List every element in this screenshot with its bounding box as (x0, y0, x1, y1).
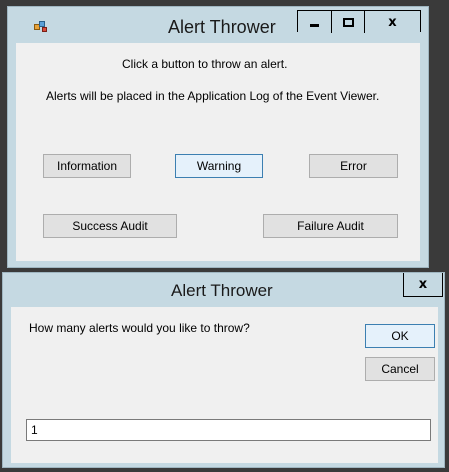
main-window: Alert Thrower x Click a button to throw … (7, 6, 429, 268)
close-button[interactable]: x (364, 11, 420, 33)
close-icon: x (418, 277, 428, 292)
instruction-text-1: Click a button to throw an alert. (122, 57, 288, 71)
app-icon (34, 21, 48, 33)
window-title: Alert Thrower (168, 17, 276, 37)
success-audit-button[interactable]: Success Audit (43, 214, 177, 238)
alert-count-input[interactable] (26, 419, 431, 441)
input-dialog: Alert Thrower x How many alerts would yo… (2, 272, 445, 468)
maximize-button[interactable] (331, 11, 364, 33)
cancel-button[interactable]: Cancel (365, 357, 435, 381)
instruction-text-2: Alerts will be placed in the Application… (46, 89, 380, 103)
desktop: Alert Thrower x Click a button to throw … (0, 0, 449, 472)
close-icon: x (388, 14, 397, 30)
caption-buttons: x (297, 10, 421, 33)
dialog-close-button[interactable]: x (403, 273, 443, 297)
minimize-button[interactable] (298, 11, 331, 33)
dialog-prompt: How many alerts would you like to throw? (29, 321, 250, 335)
warning-button[interactable]: Warning (175, 154, 263, 178)
minimize-icon (310, 23, 319, 27)
information-button[interactable]: Information (43, 154, 131, 178)
ok-button[interactable]: OK (365, 324, 435, 348)
error-button[interactable]: Error (309, 154, 398, 178)
dialog-client-area: How many alerts would you like to throw?… (11, 307, 438, 463)
main-titlebar[interactable]: Alert Thrower x (8, 7, 428, 43)
dialog-title: Alert Thrower (171, 281, 273, 300)
main-client-area: Click a button to throw an alert. Alerts… (16, 43, 420, 261)
failure-audit-button[interactable]: Failure Audit (263, 214, 398, 238)
maximize-icon (342, 17, 354, 27)
